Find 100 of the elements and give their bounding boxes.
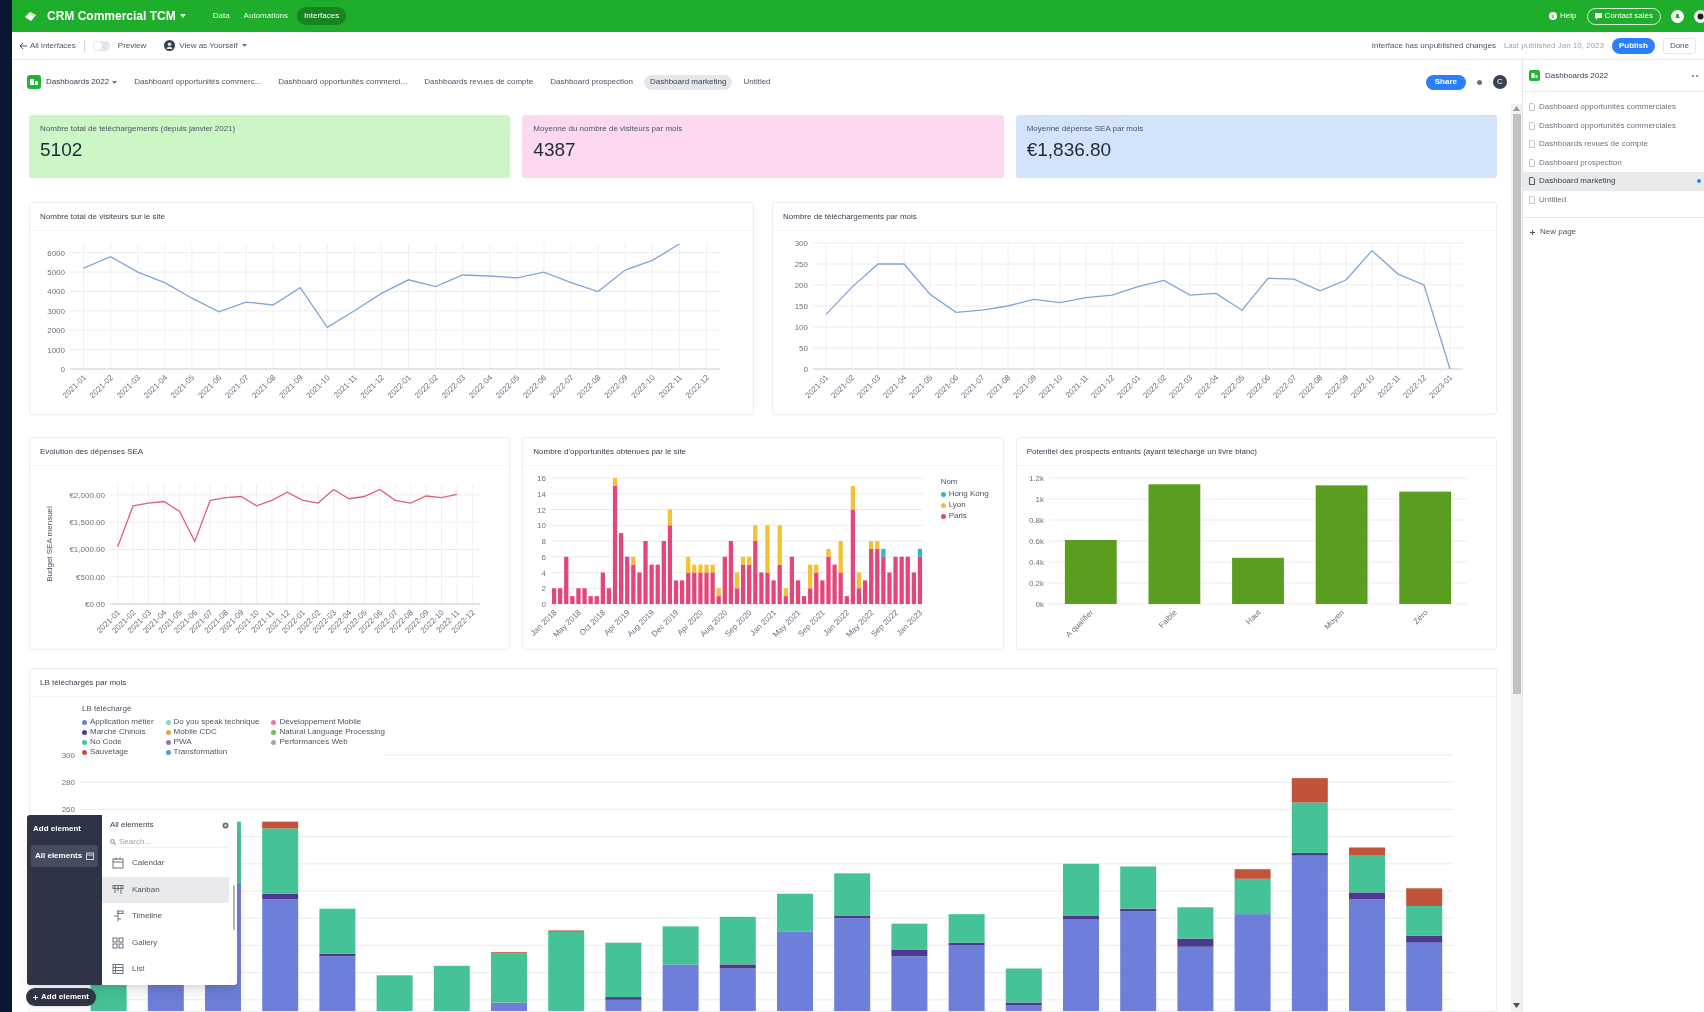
axis-title: Budget SEA mensuel — [45, 506, 54, 582]
dot-icon[interactable] — [1477, 79, 1482, 85]
group-dropdown[interactable]: Dashboards 2022 — [46, 76, 118, 88]
preview-toggle[interactable] — [92, 40, 110, 51]
add-element-button[interactable]: Add element — [26, 988, 96, 1006]
caret-icon — [179, 14, 186, 18]
kpi-label: Nombre total de téléchargements (depuis janvier 2021) — [40, 123, 237, 135]
all-interfaces-link[interactable]: All interfaces — [20, 39, 76, 52]
legend-label: Lyon — [948, 500, 966, 510]
scrollbar-thumb[interactable] — [1512, 114, 1521, 694]
chart-title: Nombre de téléchargements par mois — [783, 210, 917, 223]
legend-label: Mobile CDC — [173, 727, 217, 737]
settings-icon[interactable] — [222, 821, 229, 829]
sidebar-page[interactable]: Dashboard opportunités commerciales — [1523, 116, 1704, 135]
chart-title: Potentiel des prospects entrants (ayant téléchargé un livre blanc) — [1026, 445, 1257, 458]
search-icon — [110, 838, 116, 845]
page-tab[interactable]: Dashboard marketing — [643, 74, 733, 90]
help-icon — [1549, 12, 1558, 20]
tick-label: 250 — [794, 260, 808, 269]
search-field[interactable]: Search... — [119, 835, 229, 848]
legend-label: Paris — [948, 511, 967, 521]
kpi-value: €1,836.80 — [1026, 140, 1113, 159]
last-published-text: Last published Jan 10, 2023 — [1503, 39, 1604, 52]
chart-bar — [1231, 557, 1284, 604]
notification-icon[interactable] — [1671, 9, 1684, 23]
tick-label: 2000 — [47, 326, 65, 336]
tick-label: 0 — [60, 365, 65, 374]
legend-label: Sauvetage — [90, 747, 129, 757]
tick-label: 2 — [541, 584, 547, 594]
share-button[interactable]: Share — [1425, 74, 1466, 90]
scroll-down-icon[interactable] — [1513, 1003, 1520, 1008]
more-icon[interactable] — [1692, 74, 1698, 77]
list-title: All elements — [110, 819, 154, 831]
tick-label: €1,000.00 — [69, 545, 105, 555]
sidebar-page[interactable]: Untitled — [1523, 190, 1704, 209]
chart-title: Nombre d'opportunités obtenues par le site — [533, 445, 687, 458]
page-tab[interactable]: Dashboard opportunités commerc... — [128, 74, 268, 90]
tick-label: 6 — [541, 552, 547, 562]
tick-label: €500.00 — [76, 572, 105, 582]
nav-tab[interactable]: Interfaces — [297, 7, 347, 25]
tick-label: 300 — [61, 751, 75, 760]
tick-label: 12 — [537, 505, 547, 515]
app-icon — [1529, 70, 1540, 81]
sidebar-page[interactable]: Dashboards revues de compte — [1523, 135, 1704, 154]
category-item[interactable]: All elements — [31, 845, 98, 867]
timeline-icon — [112, 910, 124, 923]
tick-label: €0.00 — [84, 600, 105, 609]
chart-title: Nombre total de visiteurs sur le site — [40, 210, 165, 223]
list-icon — [112, 963, 124, 976]
tick-label: 280 — [61, 778, 75, 788]
page-tab[interactable]: Dashboards revues de compte — [418, 74, 540, 90]
legend-title: Nom — [940, 476, 959, 488]
chart-title: Evolution des dépenses SEA — [40, 445, 144, 458]
avatar-icon — [164, 40, 176, 51]
scrollbar-thumb[interactable] — [233, 885, 235, 930]
sidebar-page[interactable]: Dashboard marketing — [1523, 172, 1704, 191]
sidebar-page[interactable]: Dashboard prospection — [1523, 153, 1704, 172]
tick-label: 16 — [537, 474, 547, 483]
tick-label: 0.2k — [1028, 579, 1044, 588]
legend-label: Développement Mobile — [279, 717, 362, 727]
back-arrow-icon — [20, 42, 27, 49]
tick-label: 50 — [799, 344, 808, 353]
sidebar-page[interactable]: Dashboard opportunités commerciales — [1523, 98, 1704, 117]
unpublished-status: Interface has unpublished changes — [1371, 39, 1496, 52]
publish-button[interactable]: Publish — [1612, 37, 1655, 54]
element-item[interactable]: Kanban — [102, 876, 229, 903]
view-as-button[interactable]: View as Yourself — [164, 39, 247, 52]
legend-label: PWA — [173, 737, 192, 747]
tick-label: 0.8k — [1028, 516, 1044, 525]
scrollbar[interactable] — [1511, 104, 1522, 1012]
tick-label: 0k — [1035, 600, 1044, 609]
tick-label: 8 — [541, 537, 547, 546]
kpi-value: 5102 — [40, 140, 84, 159]
avatar-icon[interactable] — [1694, 9, 1704, 23]
tick-label: 100 — [794, 323, 808, 332]
board-icon — [112, 883, 124, 896]
caret-icon — [241, 44, 247, 47]
scroll-up-icon[interactable] — [1513, 106, 1520, 111]
chat-icon — [1594, 12, 1602, 20]
legend-label: Performances Web — [279, 737, 348, 747]
new-page-button[interactable]: New page — [1523, 226, 1704, 238]
tick-label: 4000 — [47, 287, 65, 297]
tick-label: €1,500.00 — [69, 518, 105, 528]
tick-label: 5000 — [47, 268, 65, 278]
tick-label: 150 — [794, 302, 808, 311]
tick-label: 0 — [803, 365, 808, 374]
sidebar-title: Dashboards 2022 — [1545, 69, 1609, 82]
legend-label: Transformation — [173, 747, 228, 757]
page-tab[interactable]: Dashboard opportunités commerci... — [272, 74, 414, 90]
logo-icon — [24, 10, 37, 22]
tick-label: 0.4k — [1028, 558, 1044, 567]
done-button[interactable]: Done — [1662, 37, 1696, 54]
page-tab[interactable]: Dashboard prospection — [544, 74, 639, 90]
tick-label: 1.2k — [1028, 474, 1044, 483]
user-avatar[interactable]: C — [1493, 75, 1507, 89]
chart-title: LB téléchargés par mois — [40, 676, 127, 689]
page-tab[interactable]: Untitled — [737, 74, 777, 90]
tick-label: 300 — [794, 239, 808, 248]
tick-label: 3000 — [47, 306, 65, 316]
legend-label: Marché Chinois — [90, 727, 146, 737]
